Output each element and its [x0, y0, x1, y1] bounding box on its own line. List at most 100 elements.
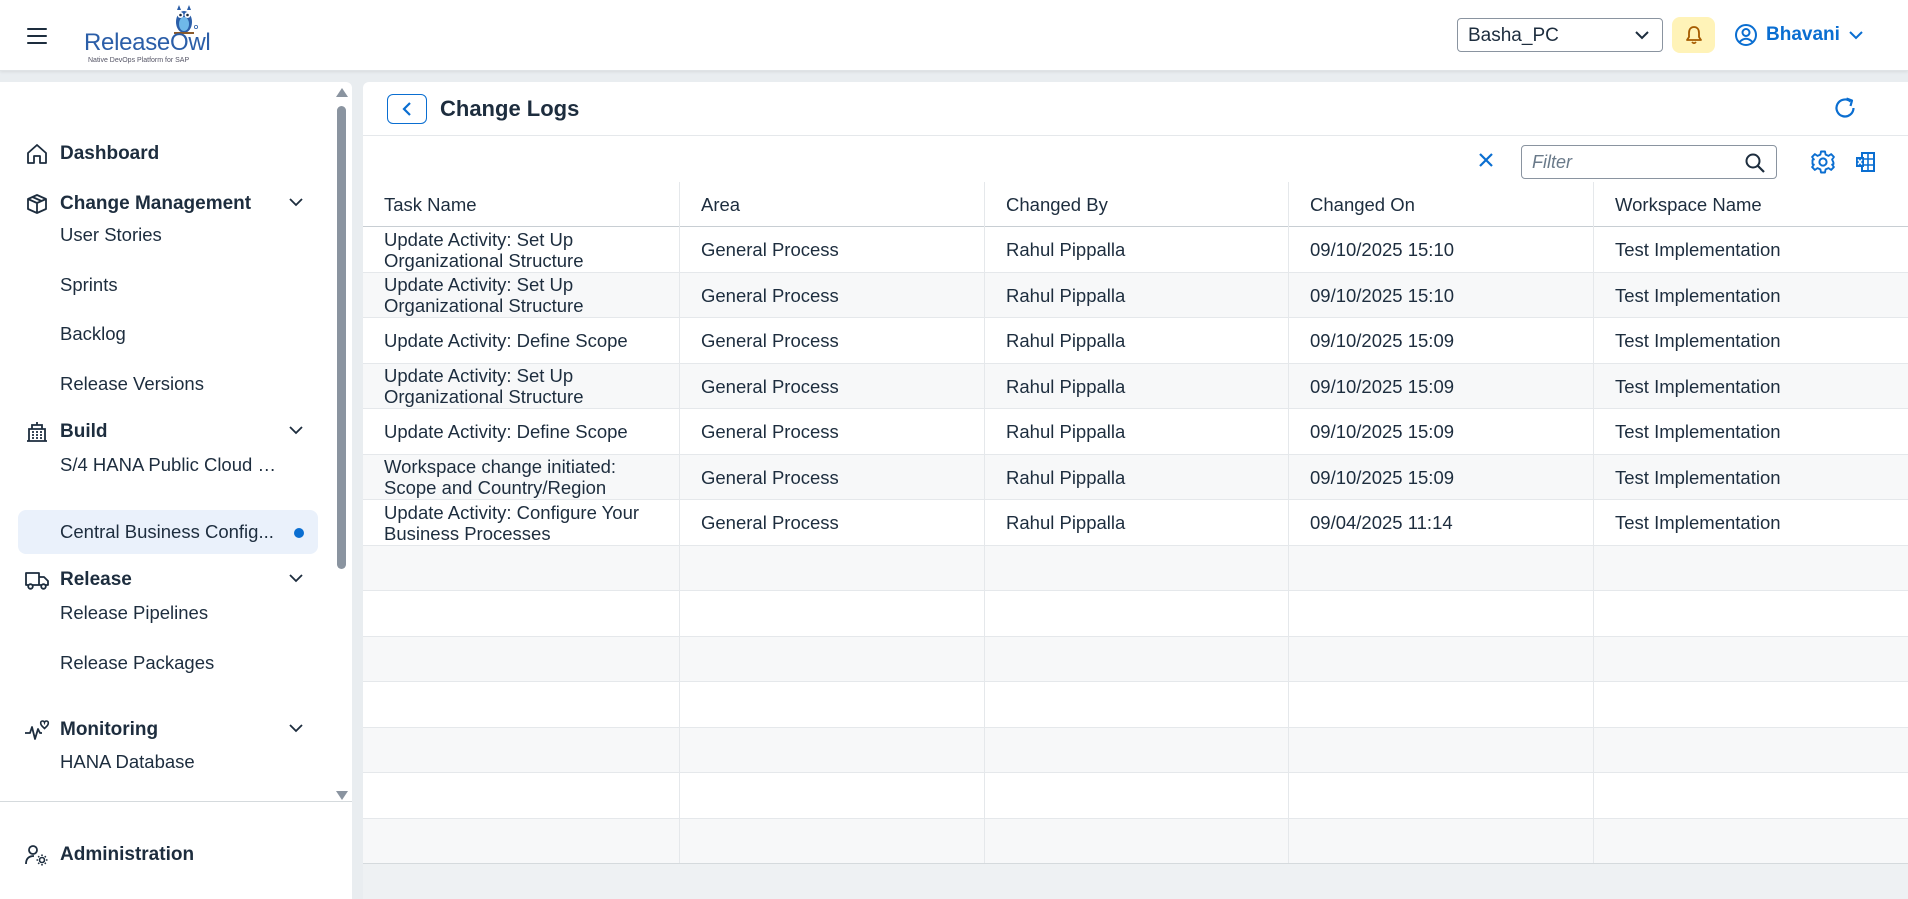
- system-select-value: Basha_PC: [1468, 25, 1559, 46]
- scroll-up-arrow-icon[interactable]: [336, 88, 348, 97]
- task-name-cell: [363, 546, 679, 591]
- sidebar-item-label: HANA Database: [60, 751, 195, 772]
- cell-text: Update Activity: Define Scope: [384, 421, 628, 442]
- changed-on-cell: [1288, 545, 1593, 591]
- column-header-changed-on[interactable]: Changed On: [1288, 182, 1593, 227]
- sidebar-group-label: Build: [60, 421, 108, 442]
- workspace-name-cell: [1593, 682, 1908, 727]
- changed-on-cell: 09/10/2025 15:09: [1288, 454, 1593, 500]
- task-name-cell: Update Activity: Set Up Organizational S…: [363, 364, 679, 409]
- changed-on-cell: 09/10/2025 15:09: [1288, 318, 1593, 363]
- sidebar-item-s4-hana-public-cloud[interactable]: S/4 HANA Public Cloud Ma...: [18, 443, 318, 487]
- refresh-icon: [1835, 97, 1855, 118]
- chevron-down-icon: [1849, 31, 1863, 40]
- refresh-button[interactable]: [1831, 94, 1861, 124]
- changed-by-cell: Rahul Pippalla: [984, 227, 1288, 272]
- logo-tagline: Native DevOps Platform for SAP: [88, 57, 190, 64]
- sidebar-item-label: Sprints: [60, 274, 118, 295]
- task-name-cell: [363, 591, 679, 636]
- sidebar-item-dashboard[interactable]: Dashboard: [18, 133, 318, 175]
- changed-on-cell: 09/04/2025 11:14: [1288, 500, 1593, 545]
- sidebar-scrollbar[interactable]: [334, 88, 348, 800]
- task-name-cell: [363, 682, 679, 727]
- close-icon: [1479, 153, 1493, 167]
- workspace-name-cell: Test Implementation: [1593, 318, 1908, 363]
- user-name: Bhavani: [1766, 24, 1840, 45]
- scrollbar-thumb[interactable]: [337, 106, 346, 569]
- cell-text: 09/10/2025 15:09: [1310, 375, 1455, 397]
- main-panel: Change Logs Filter Task Name Area Change…: [363, 82, 1908, 899]
- column-header-area[interactable]: Area: [679, 182, 984, 227]
- cell-text: 09/10/2025 15:09: [1310, 466, 1455, 488]
- cell-text: 09/10/2025 15:09: [1310, 421, 1455, 442]
- workspace-name-cell: [1593, 818, 1908, 864]
- building-icon: [24, 419, 50, 445]
- app-header: ReleaseOwl Native DevOps Platform for SA…: [0, 0, 1908, 71]
- table-row[interactable]: Update Activity: Set Up Organizational S…: [363, 227, 1908, 273]
- cell-text: Test Implementation: [1615, 284, 1781, 306]
- table-row[interactable]: Update Activity: Define Scope General Pro…: [363, 318, 1908, 364]
- column-header-task-name[interactable]: Task Name: [363, 182, 679, 227]
- scroll-down-arrow-icon[interactable]: [336, 791, 348, 800]
- task-name-cell: Workspace change initiated: Scope and Co…: [363, 455, 679, 500]
- sidebar-item-backlog[interactable]: Backlog: [18, 312, 318, 356]
- truck-icon: [24, 567, 50, 593]
- table-row[interactable]: Update Activity: Set Up Organizational S…: [363, 272, 1908, 318]
- sidebar-group-label: Change Management: [60, 193, 252, 214]
- table-row[interactable]: Update Activity: Define Scope General Pro…: [363, 409, 1908, 455]
- back-button[interactable]: [387, 94, 427, 124]
- empty-table-row: [363, 636, 1908, 682]
- search-icon[interactable]: [1744, 152, 1766, 174]
- changed-by-cell: [984, 636, 1288, 682]
- sidebar-item-sprints[interactable]: Sprints: [18, 263, 318, 307]
- task-name-cell: Update Activity: Define Scope: [363, 409, 679, 454]
- workspace-name-cell: Test Implementation: [1593, 454, 1908, 500]
- filter-input[interactable]: [1532, 150, 1732, 174]
- changed-on-cell: [1288, 682, 1593, 727]
- cell-text: Test Implementation: [1615, 330, 1781, 351]
- sidebar-group-label: Dashboard: [60, 143, 160, 164]
- app-logo[interactable]: ReleaseOwl Native DevOps Platform for SA…: [78, 2, 218, 68]
- active-indicator-dot: [294, 528, 304, 538]
- system-select[interactable]: Basha_PC: [1457, 18, 1663, 52]
- sidebar-item-release-packages[interactable]: Release Packages: [18, 641, 318, 685]
- table-row[interactable]: Update Activity: Set Up Organizational S…: [363, 363, 1908, 409]
- sidebar-item-release-versions[interactable]: Release Versions: [18, 362, 318, 406]
- table-row[interactable]: Update Activity: Configure Your Business…: [363, 500, 1908, 546]
- workspace-name-cell: Test Implementation: [1593, 272, 1908, 318]
- filter-field[interactable]: [1521, 145, 1777, 179]
- changed-by-cell: [984, 682, 1288, 727]
- changed-on-cell: 09/10/2025 15:09: [1288, 363, 1593, 409]
- changed-by-cell: Rahul Pippalla: [984, 363, 1288, 409]
- export-button[interactable]: [1853, 149, 1879, 175]
- sidebar-item-user-stories[interactable]: User Stories: [18, 213, 318, 257]
- cell-text: Update Activity: Set Up Organizational S…: [384, 365, 584, 407]
- column-header-workspace-name[interactable]: Workspace Name: [1593, 182, 1908, 227]
- workspace-name-cell: Test Implementation: [1593, 227, 1908, 272]
- column-header-changed-by[interactable]: Changed By: [984, 182, 1288, 227]
- chevron-down-icon: [289, 198, 303, 207]
- user-menu[interactable]: Bhavani: [1734, 20, 1864, 50]
- sidebar-item-central-business-config[interactable]: Central Business Config...: [18, 510, 318, 554]
- gear-icon: [1811, 150, 1835, 174]
- sidebar: Dashboard Change Management User Stories…: [0, 82, 352, 899]
- export-spreadsheet-icon: [1856, 152, 1875, 172]
- menu-icon[interactable]: [22, 22, 54, 50]
- table-settings-button[interactable]: [1810, 149, 1836, 175]
- cell-text: General Process: [701, 239, 839, 260]
- task-name-cell: [363, 819, 679, 864]
- cell-text: Test Implementation: [1615, 512, 1781, 533]
- notifications-button[interactable]: [1672, 17, 1715, 53]
- sidebar-item-administration[interactable]: Administration: [18, 834, 318, 876]
- table-toolbar: [363, 137, 1908, 182]
- sidebar-item-hana-database[interactable]: HANA Database: [18, 740, 318, 784]
- sidebar-item-label: Backlog: [60, 323, 126, 344]
- sidebar-item-label: Central Business Config...: [60, 521, 274, 542]
- sidebar-item-release-pipelines[interactable]: Release Pipelines: [18, 591, 318, 635]
- cell-text: 09/10/2025 15:10: [1310, 239, 1455, 260]
- changed-on-cell: 09/10/2025 15:10: [1288, 272, 1593, 318]
- clear-filter-button[interactable]: [1475, 149, 1499, 173]
- sidebar-item-label: Administration: [60, 844, 195, 865]
- table-row[interactable]: Workspace change initiated: Scope and Co…: [363, 454, 1908, 500]
- area-cell: [679, 591, 984, 636]
